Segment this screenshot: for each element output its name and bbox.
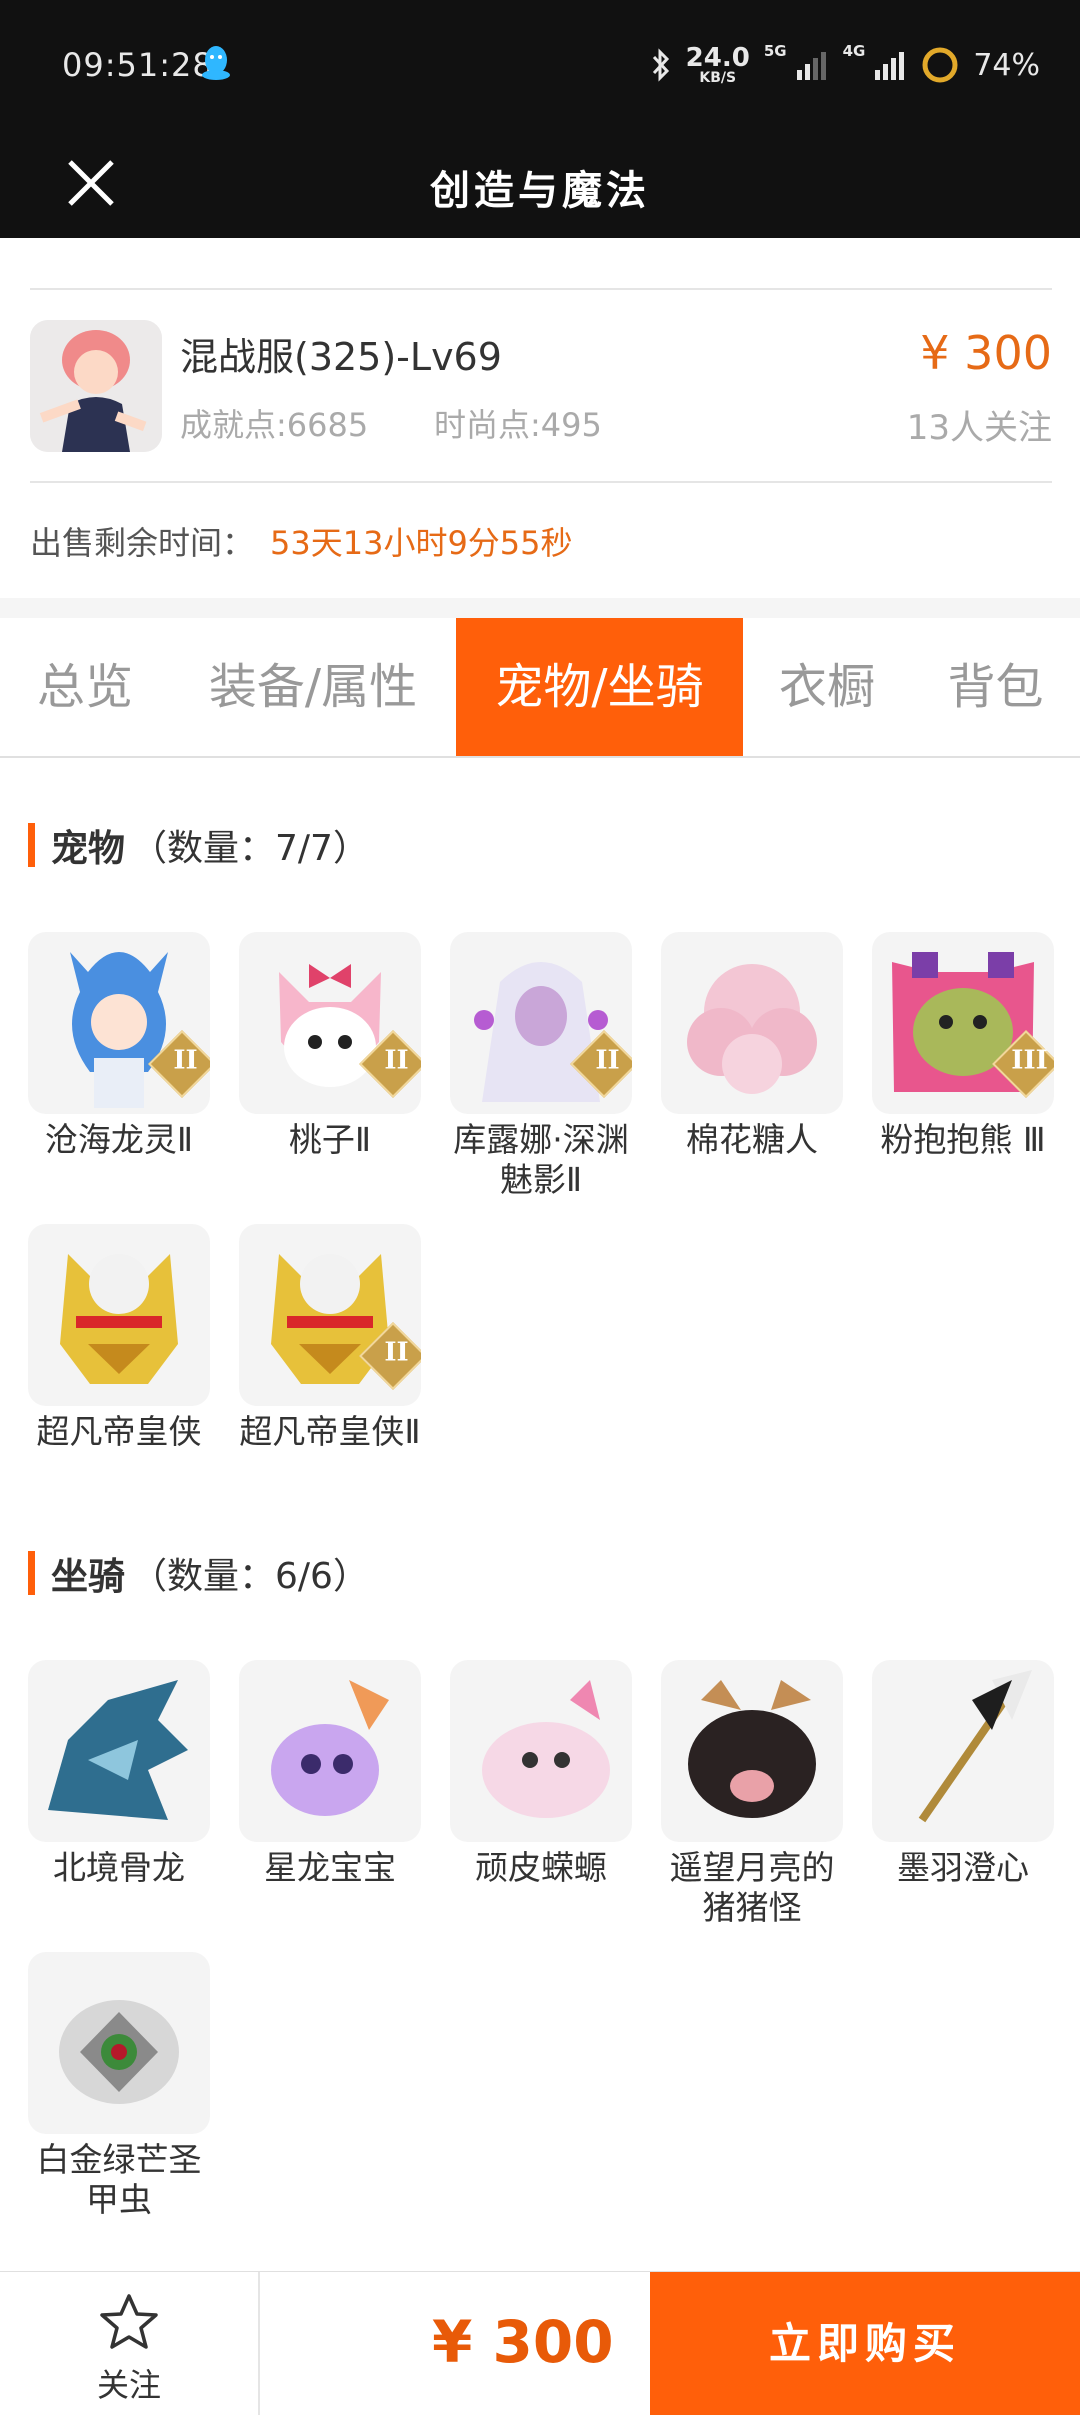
pink-fox-icon: II: [239, 932, 421, 1114]
item-label: 墨羽澄心: [897, 1848, 1029, 1887]
tab-wardrobe[interactable]: 衣橱: [743, 618, 911, 756]
sale-time-label: 出售剩余时间：: [30, 524, 255, 562]
mount-item[interactable]: 遥望月亮的猪猪怪: [661, 1660, 843, 1928]
status-bar: 09:51:28 24.0 KB/S 5G 4G 74%: [0, 0, 1080, 128]
pets-mounts-panel: 宠物 （数量：7/7） II 沧海龙灵Ⅱ II 桃子Ⅱ II 库露娜·深渊魅影Ⅱ…: [0, 758, 1080, 2271]
gold-armor-icon: II: [239, 1224, 421, 1406]
nav-bar: 创造与魔法: [0, 128, 1080, 238]
tab-equipment[interactable]: 装备/属性: [170, 618, 456, 756]
divider: [30, 288, 1052, 290]
section-name: 宠物: [51, 827, 125, 870]
page-title: 创造与魔法: [430, 167, 650, 214]
avatar: [30, 320, 162, 452]
feather-trident-icon: [872, 1660, 1054, 1842]
pet-item[interactable]: II 超凡帝皇侠Ⅱ: [239, 1224, 421, 1452]
section-count: （数量：6/6）: [131, 1556, 369, 1597]
section-marker: [28, 1551, 35, 1595]
section-marker: [28, 823, 35, 867]
sale-time-value: 53天13小时9分55秒: [270, 524, 573, 562]
pink-bear-icon: III: [872, 932, 1054, 1114]
pet-item[interactable]: 超凡帝皇侠: [28, 1224, 210, 1452]
battery-ring-icon: [922, 47, 958, 83]
tab-overview[interactable]: 总览: [0, 618, 170, 756]
white-hair-girl-icon: II: [450, 932, 632, 1114]
follow-button[interactable]: 关注: [0, 2272, 260, 2415]
pet-item[interactable]: II 桃子Ⅱ: [239, 932, 421, 1160]
star-icon: [100, 2294, 158, 2349]
product-name: 混战服(325)-Lv69: [180, 335, 502, 379]
fashion-points: 时尚点:495: [434, 406, 602, 444]
bone-dragon-icon: [28, 1660, 210, 1842]
bottom-price: ¥ 300: [432, 2308, 614, 2376]
status-right-group: 24.0 KB/S 5G 4G 74%: [650, 40, 1040, 90]
buy-now-button[interactable]: 立即购买: [650, 2272, 1080, 2415]
item-label: 星龙宝宝: [264, 1848, 396, 1887]
pink-fluff-icon: [661, 932, 843, 1114]
signal-icon-2: [875, 52, 905, 80]
item-label: 遥望月亮的猪猪怪: [669, 1848, 835, 1927]
signal-icon: [796, 52, 826, 80]
black-pig-icon: [661, 1660, 843, 1842]
section-name: 坐骑: [51, 1555, 125, 1598]
net-speed-value: 24.0: [685, 43, 750, 73]
battery-percent: 74%: [973, 47, 1040, 83]
pet-item[interactable]: 棉花糖人: [661, 932, 843, 1160]
mounts-section-title: 坐骑 （数量：6/6）: [28, 1546, 369, 1600]
item-label: 棉花糖人: [686, 1120, 818, 1159]
pet-item[interactable]: II 库露娜·深渊魅影Ⅱ: [450, 932, 632, 1200]
bottom-action-bar: 关注 ¥ 300 立即购买: [0, 2271, 1080, 2415]
mount-item[interactable]: 墨羽澄心: [872, 1660, 1054, 1888]
item-label: 北境骨龙: [53, 1848, 185, 1887]
tab-bar: 总览 装备/属性 宠物/坐骑 衣橱 背包: [0, 618, 1080, 758]
tab-backpack[interactable]: 背包: [911, 618, 1080, 756]
item-label: 超凡帝皇侠: [36, 1412, 202, 1451]
status-time: 09:51:28: [62, 46, 214, 84]
mount-item[interactable]: 北境骨龙: [28, 1660, 210, 1888]
item-label: 超凡帝皇侠Ⅱ: [239, 1412, 421, 1451]
divider: [30, 481, 1052, 483]
mount-item[interactable]: 星龙宝宝: [239, 1660, 421, 1888]
gold-armor-icon: [28, 1224, 210, 1406]
item-label: 顽皮蝾螈: [475, 1848, 607, 1887]
item-label: 桃子Ⅱ: [288, 1120, 372, 1159]
bluetooth-icon: [652, 48, 669, 82]
blue-dragon-spirit-icon: II: [28, 932, 210, 1114]
pets-section-title: 宠物 （数量：7/7）: [28, 818, 369, 872]
achievement-points: 成就点:6685: [180, 406, 369, 444]
product-price: ¥ 300: [920, 326, 1052, 380]
star-dragon-icon: [239, 1660, 421, 1842]
net-type-4g: 4G: [842, 42, 866, 60]
axolotl-icon: [450, 1660, 632, 1842]
tab-pets-mounts[interactable]: 宠物/坐骑: [456, 618, 743, 756]
section-count: （数量：7/7）: [131, 828, 369, 869]
item-label: 粉抱抱熊 Ⅲ: [880, 1120, 1046, 1159]
net-speed-unit: KB/S: [699, 70, 737, 86]
follower-count: 13人关注: [906, 408, 1052, 448]
item-label: 白金绿芒圣甲虫: [36, 2140, 202, 2219]
silver-beetle-icon: [28, 1952, 210, 2134]
mount-item[interactable]: 顽皮蝾螈: [450, 1660, 632, 1888]
qq-icon: [202, 46, 230, 80]
net-type-5g: 5G: [763, 42, 787, 60]
net-speed: 24.0 KB/S: [686, 45, 750, 85]
item-label: 库露娜·深渊魅影Ⅱ: [453, 1120, 629, 1199]
follow-label: 关注: [96, 2366, 161, 2404]
pet-item[interactable]: III 粉抱抱熊 Ⅲ: [872, 932, 1054, 1160]
item-label: 沧海龙灵Ⅱ: [44, 1120, 194, 1159]
mount-item[interactable]: 白金绿芒圣甲虫: [28, 1952, 210, 2220]
product-card: 混战服(325)-Lv69 成就点:6685 时尚点:495 ¥ 300 13人…: [0, 238, 1080, 598]
pet-item[interactable]: II 沧海龙灵Ⅱ: [28, 932, 210, 1160]
